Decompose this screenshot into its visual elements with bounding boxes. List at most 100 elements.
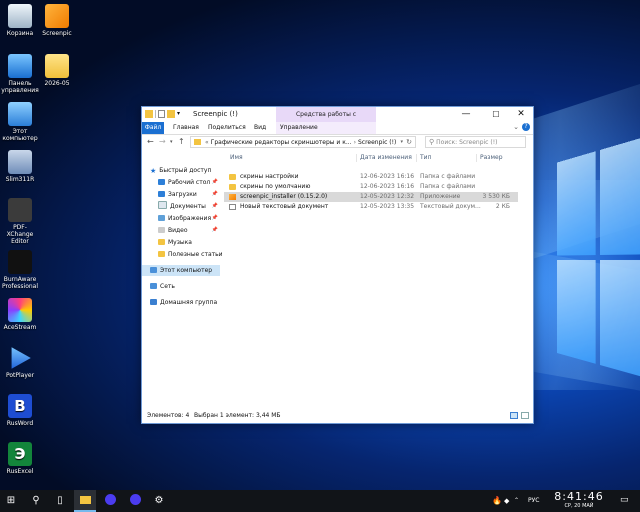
- forward-arrow-icon[interactable]: →: [159, 137, 166, 146]
- folder-icon: [158, 239, 165, 245]
- large-icons-view-icon[interactable]: [521, 412, 529, 419]
- desktop-icon-slim311r[interactable]: Slim311R: [0, 150, 40, 183]
- pdf-editor-icon: [8, 198, 32, 222]
- ribbon-tabs: Файл Главная Поделиться Вид Управление ⌄…: [142, 122, 533, 135]
- column-separator[interactable]: [356, 154, 357, 162]
- minimize-button[interactable]: —: [455, 108, 477, 121]
- computer-icon: [8, 102, 32, 126]
- desktop-icon-pdf-xchange[interactable]: PDF-XChange Editor: [0, 198, 40, 245]
- properties-icon[interactable]: [158, 110, 165, 118]
- nav-quick-access[interactable]: ★ Быстрый доступ: [150, 165, 228, 176]
- desktop-icon-rusword[interactable]: В RusWord: [0, 394, 40, 427]
- file-row[interactable]: скрины настройки 12-06-2023 16:16 Папка …: [224, 172, 518, 182]
- windows-logo-wallpaper: [556, 133, 640, 387]
- refresh-icon[interactable]: ↻: [406, 137, 412, 147]
- language-indicator[interactable]: РУС: [528, 490, 539, 512]
- settings-gear-icon[interactable]: ⚙: [148, 490, 170, 512]
- nav-item-documents[interactable]: Документы 📌: [158, 201, 220, 212]
- nav-item-videos[interactable]: Видео 📌: [158, 225, 220, 236]
- taskbar-file-explorer[interactable]: [74, 490, 96, 512]
- tray-chevron-up-icon[interactable]: ⌃: [514, 490, 519, 512]
- recent-locations-icon[interactable]: ▾: [170, 139, 173, 145]
- installer-icon: [229, 194, 236, 200]
- taskbar-app[interactable]: [124, 490, 146, 512]
- desktop-icon-acestream[interactable]: AceStream: [0, 298, 40, 331]
- tab-file[interactable]: Файл: [142, 122, 164, 134]
- column-header-size[interactable]: Размер: [480, 154, 503, 161]
- nav-item-desktop[interactable]: Рабочий стол 📌: [158, 177, 220, 188]
- tray-fire-icon[interactable]: 🔥: [492, 490, 502, 512]
- desktop-icon-folder-2026-05[interactable]: 2026-05: [37, 54, 77, 87]
- folder-icon: [145, 110, 153, 118]
- tab-home[interactable]: Главная: [169, 122, 203, 134]
- desktop-icon-burnaware[interactable]: BurnAware Professional: [0, 250, 40, 290]
- customize-toolbar-arrow-icon[interactable]: ▾: [177, 110, 185, 118]
- desktop-icon-potplayer[interactable]: PotPlayer: [0, 346, 40, 379]
- tab-share[interactable]: Поделиться: [204, 122, 250, 134]
- back-arrow-icon[interactable]: ←: [147, 137, 154, 146]
- nav-item-music[interactable]: Музыка: [158, 237, 220, 248]
- start-button[interactable]: ⊞: [0, 490, 22, 512]
- text-file-icon: [229, 204, 236, 210]
- column-header-type[interactable]: Тип: [420, 154, 432, 161]
- notifications-icon[interactable]: ▭: [620, 494, 632, 506]
- nav-item-useful-articles[interactable]: Полезные статьи: [158, 249, 223, 260]
- screenpic-icon: [45, 4, 69, 28]
- tab-view[interactable]: Вид: [250, 122, 270, 134]
- nav-homegroup[interactable]: Домашняя группа: [150, 297, 228, 308]
- desktop-icon-rusexcel[interactable]: Э RusExcel: [0, 442, 40, 475]
- new-folder-icon[interactable]: [167, 110, 175, 118]
- maximize-button[interactable]: ☐: [485, 108, 507, 121]
- file-row[interactable]: скрины по умолчанию 12-06-2023 16:16 Пап…: [224, 182, 518, 192]
- tab-manage[interactable]: Управление: [276, 122, 376, 134]
- folder-icon: [79, 496, 91, 504]
- address-dropdown-icon[interactable]: ▾: [400, 137, 403, 147]
- desktop-icon-recycle-bin[interactable]: Корзина: [0, 4, 40, 37]
- file-row-selected[interactable]: screenpic_installer (0.15.2.0) 12-05-202…: [224, 192, 518, 202]
- separator: [155, 110, 156, 118]
- title-bar[interactable]: ▾ Screenpic (!) Средства работы с прилож…: [142, 107, 533, 133]
- clock[interactable]: 8:41:46 СР, 20 МАЙ: [550, 491, 608, 510]
- desktop-icon-control-panel[interactable]: Панель управления: [0, 54, 40, 94]
- column-separator[interactable]: [476, 154, 477, 162]
- tray-shield-icon[interactable]: ◆: [504, 490, 509, 512]
- app-icon: [129, 494, 141, 505]
- pin-icon: 📌: [211, 215, 218, 221]
- address-bar[interactable]: «Графические редакторы скриншотеры и к..…: [190, 136, 416, 148]
- task-view-icon[interactable]: ▯: [49, 490, 71, 512]
- desktop-icon-screenpic[interactable]: Screenpic: [37, 4, 77, 37]
- address-row: ← → ▾ ↑ «Графические редакторы скриншоте…: [142, 135, 533, 150]
- network-icon: [150, 283, 157, 289]
- taskbar: ⊞ ⚲ ▯ ⚙ 🔥 ◆ ⌃ РУС 8:41:46 СР, 20 МАЙ ▭: [0, 490, 640, 512]
- clock-time: 8:41:46: [554, 490, 604, 503]
- search-input[interactable]: ⚲ Поиск: Screenpic (!): [425, 136, 526, 148]
- close-button[interactable]: ✕: [510, 108, 532, 121]
- nav-item-downloads[interactable]: Загрузки 📌: [158, 189, 220, 200]
- column-separator[interactable]: [416, 154, 417, 162]
- nav-network[interactable]: Сеть: [150, 281, 228, 292]
- help-icon[interactable]: ?: [522, 123, 530, 131]
- selection-info: Выбран 1 элемент: 3,44 МБ: [194, 412, 281, 419]
- file-list: Имя Дата изменения Тип Размер скрины нас…: [224, 151, 532, 409]
- breadcrumb-item[interactable]: Screenpic (!): [358, 139, 396, 146]
- column-header-name[interactable]: Имя: [230, 154, 243, 161]
- up-arrow-icon[interactable]: ↑: [178, 137, 185, 146]
- desktop-icon-this-pc[interactable]: Этот компьютер: [0, 102, 40, 142]
- nav-item-pictures[interactable]: Изображения 📌: [158, 213, 220, 224]
- file-row[interactable]: Новый текстовый документ 12-05-2023 13:3…: [224, 202, 518, 212]
- breadcrumb-separator: ›: [353, 139, 356, 146]
- nav-this-pc[interactable]: Этот компьютер: [142, 265, 220, 276]
- explorer-window[interactable]: ▾ Screenpic (!) Средства работы с прилож…: [141, 106, 534, 424]
- taskbar-app[interactable]: [99, 490, 121, 512]
- expand-ribbon-icon[interactable]: ⌄: [513, 123, 519, 131]
- pin-icon: 📌: [211, 191, 218, 197]
- homegroup-icon: [150, 299, 157, 305]
- breadcrumb-item[interactable]: Графические редакторы скриншотеры и к...: [211, 139, 352, 146]
- play-icon: [11, 347, 31, 369]
- status-bar: Элементов: 4 Выбран 1 элемент: 3,44 МБ: [142, 409, 533, 422]
- excel-icon: Э: [8, 442, 32, 466]
- search-icon[interactable]: ⚲: [25, 490, 47, 512]
- column-header-date[interactable]: Дата изменения: [360, 154, 412, 161]
- details-view-icon[interactable]: [510, 412, 518, 419]
- star-icon: ★: [150, 167, 157, 175]
